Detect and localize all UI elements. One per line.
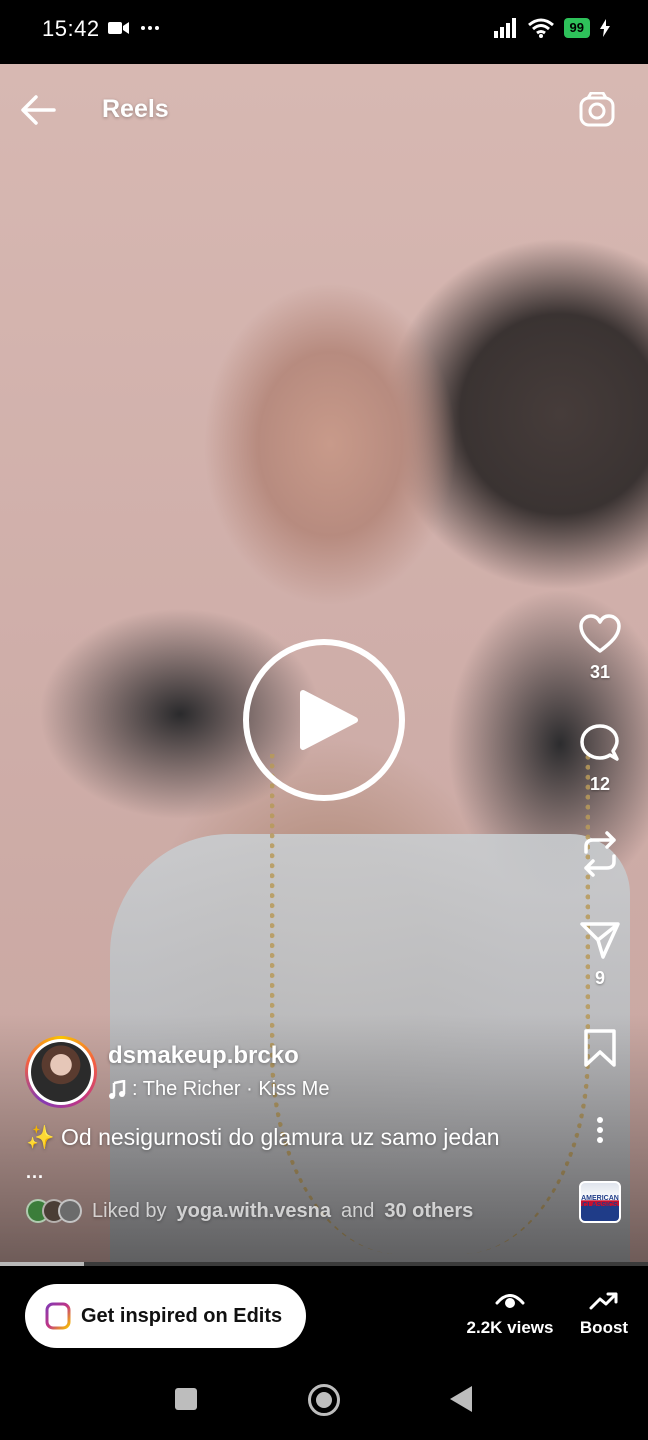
status-left-icons bbox=[108, 20, 160, 36]
battery-icon: 99 bbox=[563, 18, 590, 38]
share-action[interactable]: 9 bbox=[576, 920, 624, 989]
caption[interactable]: ✨ Od nesigurnosti do glamura uz samo jed… bbox=[26, 1124, 500, 1151]
repost-icon[interactable] bbox=[580, 830, 620, 878]
heart-icon[interactable] bbox=[578, 614, 622, 654]
comment-count: 12 bbox=[589, 774, 611, 794]
system-nav-bar bbox=[0, 1366, 648, 1440]
eye-icon bbox=[495, 1294, 525, 1308]
views-label: 2.2K views bbox=[466, 1318, 554, 1337]
like-count: 31 bbox=[589, 662, 611, 682]
recents-square-icon[interactable] bbox=[175, 1388, 197, 1410]
save-action[interactable] bbox=[576, 1028, 624, 1068]
boost-button[interactable]: Boost bbox=[574, 1290, 634, 1338]
more-action[interactable] bbox=[576, 1116, 624, 1144]
status-right-icons: 99 bbox=[493, 18, 610, 38]
signal-icon bbox=[493, 18, 516, 38]
music-note-icon bbox=[109, 1079, 126, 1099]
avatar-image bbox=[31, 1042, 91, 1102]
music-text: : The Richer · Kiss Me bbox=[132, 1078, 330, 1100]
repost-action[interactable] bbox=[576, 830, 624, 878]
status-bar: 15:42 99 bbox=[0, 0, 648, 64]
send-icon[interactable] bbox=[579, 920, 621, 960]
more-dots-icon bbox=[141, 26, 159, 30]
avatar[interactable] bbox=[25, 1036, 97, 1108]
bottom-bar: Get inspired on Edits 2.2K views Boost bbox=[0, 1266, 648, 1366]
more-vertical-icon[interactable] bbox=[596, 1116, 604, 1144]
comment-action[interactable]: 12 bbox=[576, 724, 624, 795]
edits-button[interactable]: Get inspired on Edits bbox=[25, 1284, 306, 1348]
edits-label: Get inspired on Edits bbox=[81, 1304, 283, 1327]
caption-more[interactable]: ... bbox=[26, 1162, 44, 1183]
back-triangle-icon[interactable] bbox=[450, 1386, 472, 1412]
boost-label: Boost bbox=[579, 1318, 629, 1337]
page-title: Reels bbox=[102, 95, 169, 123]
video-camera-icon bbox=[108, 22, 129, 34]
liked-by-row[interactable]: Liked by yoga.with.vesna and 30 others bbox=[26, 1199, 473, 1223]
share-count: 9 bbox=[594, 968, 605, 988]
liked-by-avatars bbox=[26, 1199, 82, 1223]
charging-icon bbox=[600, 19, 610, 37]
liked-by-prefix: Liked by bbox=[92, 1199, 167, 1222]
music-row[interactable]: : The Richer · Kiss Me bbox=[108, 1078, 329, 1101]
back-arrow-icon[interactable] bbox=[18, 92, 58, 128]
comment-icon[interactable] bbox=[579, 724, 621, 766]
username[interactable]: dsmakeup.brcko bbox=[108, 1042, 299, 1070]
play-icon bbox=[300, 690, 358, 750]
edits-logo-icon bbox=[45, 1302, 71, 1330]
home-circle-icon[interactable] bbox=[308, 1384, 340, 1416]
play-button[interactable] bbox=[243, 639, 405, 801]
liker-avatar bbox=[58, 1199, 82, 1223]
status-time: 15:42 bbox=[42, 16, 100, 41]
like-action[interactable]: 31 bbox=[576, 614, 624, 683]
views-button[interactable]: 2.2K views bbox=[460, 1290, 560, 1338]
liked-by-others[interactable]: 30 others bbox=[384, 1200, 473, 1223]
bookmark-icon[interactable] bbox=[583, 1028, 617, 1068]
wifi-icon bbox=[527, 18, 554, 38]
trending-up-icon bbox=[589, 1292, 618, 1310]
audio-thumbnail-label: AMERICAN CLASSICS bbox=[581, 1195, 619, 1209]
liked-by-middle: and bbox=[341, 1199, 375, 1222]
camera-icon[interactable] bbox=[578, 92, 616, 128]
liked-by-user[interactable]: yoga.with.vesna bbox=[177, 1200, 332, 1223]
audio-thumbnail[interactable]: AMERICAN CLASSICS bbox=[579, 1181, 621, 1223]
